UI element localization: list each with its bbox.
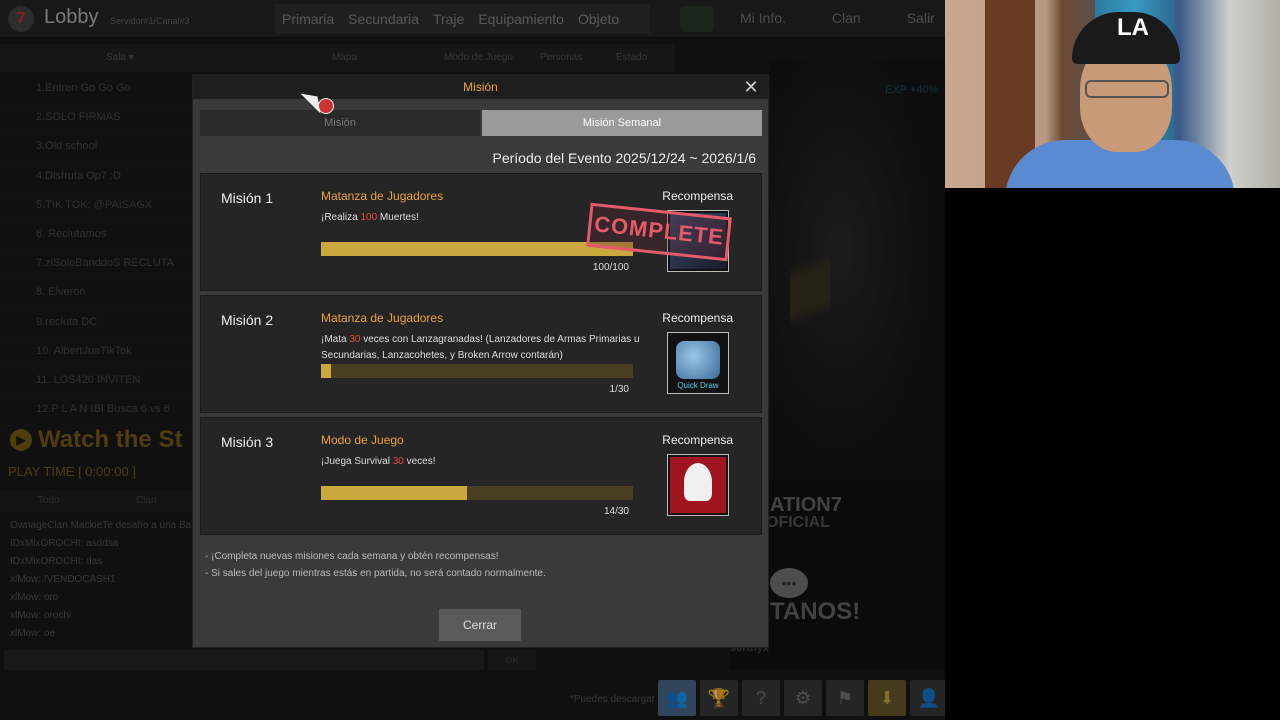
dialog-header: Misión ✕ — [193, 75, 768, 99]
mission-type: Matanza de Jugadores — [321, 311, 444, 325]
note-line: - Si sales del juego mientras estás en p… — [205, 568, 546, 579]
dialog-notes: - ¡Completa nuevas misiones cada semana … — [205, 551, 546, 585]
tab-mision-semanal[interactable]: Misión Semanal — [482, 110, 762, 136]
webcam-overlay: LA — [945, 0, 1280, 188]
reward-item[interactable]: Quick Draw — [667, 332, 729, 394]
close-button[interactable]: Cerrar — [439, 609, 521, 641]
progress-count: 1/30 — [609, 384, 629, 395]
desc-text: veces con Lanzagranadas! (Lanzadores de … — [321, 334, 640, 361]
game-lobby: 7 Lobby Servidor#1/Canal#3 Primaria Secu… — [0, 0, 945, 720]
mission-tabs: Misión Misión Semanal — [200, 110, 762, 136]
mission-type: Matanza de Jugadores — [321, 189, 444, 203]
mission-number: Misión 1 — [221, 190, 274, 206]
close-icon[interactable]: ✕ — [741, 76, 761, 98]
mission-card-1: Misión 1 Matanza de Jugadores ¡Realiza 1… — [200, 173, 762, 291]
mission-description: ¡Mata 30 veces con Lanzagranadas! (Lanza… — [321, 332, 641, 364]
progress-fill — [321, 364, 332, 378]
quick-draw-icon — [676, 341, 720, 379]
desc-text: ¡Juega Survival — [321, 456, 393, 467]
desc-text: ¡Realiza — [321, 212, 361, 223]
progress-count: 14/30 — [603, 506, 629, 517]
cap-logo: LA — [1117, 14, 1149, 41]
event-period: Período del Evento 2025/12/24 ~ 2026/1/6 — [492, 150, 757, 166]
reward-label: Recompensa — [662, 189, 733, 203]
webcam-glasses — [1085, 80, 1169, 98]
progress-bar — [321, 486, 633, 500]
desc-target: 30 — [392, 456, 404, 467]
mission-type: Modo de Juego — [321, 433, 404, 447]
tab-mision[interactable]: Misión — [200, 110, 480, 136]
desc-text: Muertes! — [377, 212, 419, 223]
reward-label: Recompensa — [662, 433, 733, 447]
mission-card-3: Misión 3 Modo de Juego ¡Juega Survival 3… — [200, 417, 762, 535]
progress-fill — [321, 486, 467, 500]
mission-number: Misión 3 — [221, 434, 274, 450]
cursor-badge-icon — [318, 98, 334, 114]
note-line: - ¡Completa nuevas misiones cada semana … — [205, 551, 499, 562]
silhouette-icon — [684, 463, 712, 501]
reward-item[interactable] — [667, 454, 729, 516]
desc-text: veces! — [403, 456, 436, 467]
desc-target: 100 — [360, 212, 378, 223]
mission-dialog: Misión ✕ Misión Misión Semanal Período d… — [192, 74, 769, 648]
dialog-title: Misión — [463, 80, 498, 94]
progress-bar — [321, 364, 633, 378]
mission-description: ¡Juega Survival 30 veces! — [321, 454, 641, 470]
desc-target: 30 — [349, 334, 361, 345]
progress-count: 100/100 — [592, 262, 629, 273]
mission-card-2: Misión 2 Matanza de Jugadores ¡Mata 30 v… — [200, 295, 762, 413]
mission-number: Misión 2 — [221, 312, 274, 328]
reward-label: Recompensa — [662, 311, 733, 325]
reward-caption: Quick Draw — [677, 381, 719, 390]
desc-text: ¡Mata — [321, 334, 350, 345]
